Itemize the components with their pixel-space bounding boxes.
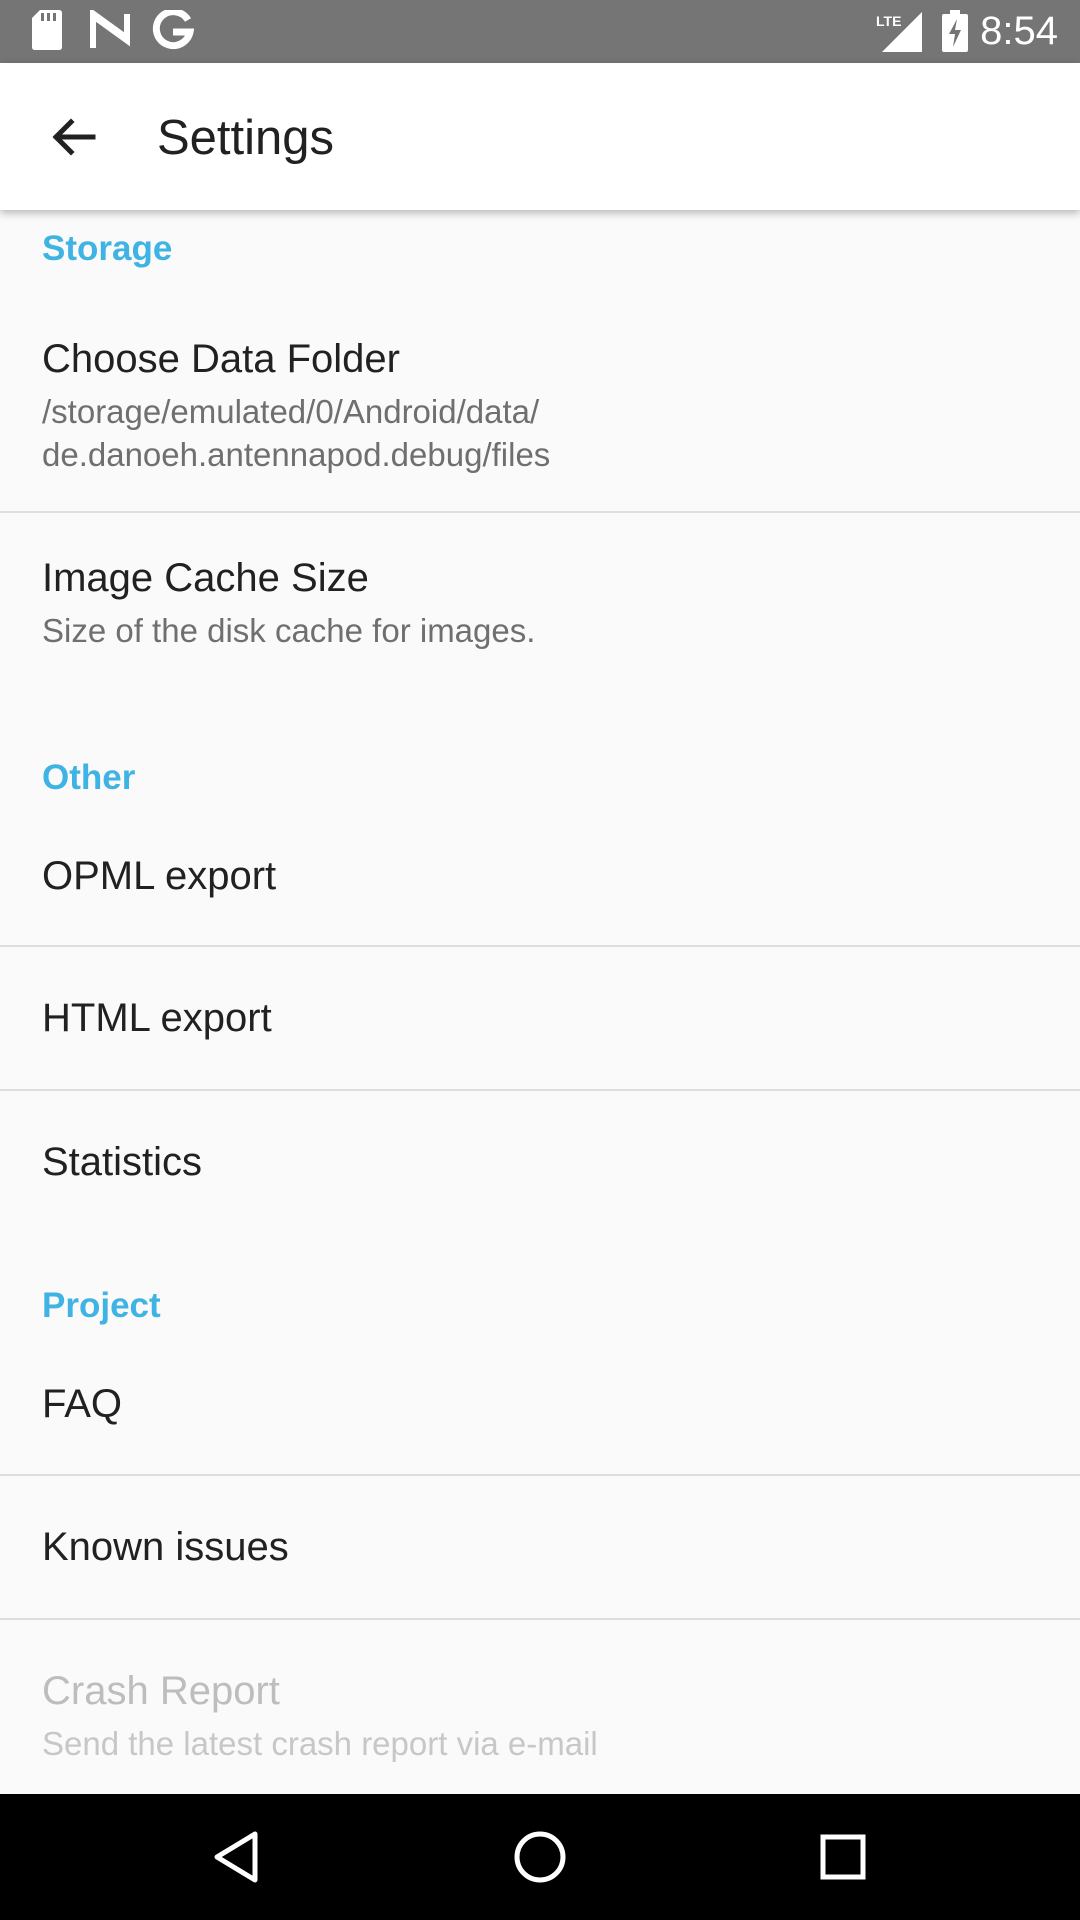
pref-title: OPML export — [42, 854, 277, 898]
n-logo-icon — [88, 6, 132, 55]
pref-summary: Send the latest crash report via e-mail — [42, 1725, 598, 1762]
pref-title: Crash Report — [42, 1669, 280, 1713]
pref-title: Known issues — [42, 1525, 289, 1569]
nav-recents-button[interactable] — [803, 1817, 883, 1897]
nav-back-button[interactable] — [196, 1817, 276, 1897]
pref-title: Image Cache Size — [42, 556, 369, 600]
pref-statistics[interactable]: Statistics — [0, 1091, 1080, 1231]
page-title: Settings — [157, 111, 335, 165]
pref-opml-export[interactable]: OPML export — [0, 805, 1080, 945]
pref-html-export[interactable]: HTML export — [0, 947, 1080, 1087]
back-button[interactable] — [30, 103, 116, 171]
status-time: 8:54 — [980, 9, 1058, 53]
pref-faq[interactable]: FAQ — [0, 1333, 1080, 1473]
pref-summary: Size of the disk cache for images. — [42, 612, 536, 649]
google-icon — [152, 8, 195, 57]
status-bar: LTE 8:54 — [0, 0, 1080, 63]
network-label: LTE — [876, 13, 901, 29]
nav-home-icon — [514, 1831, 566, 1883]
app-toolbar: Settings — [0, 63, 1080, 210]
pref-title: FAQ — [42, 1382, 123, 1426]
pref-title: Choose Data Folder — [42, 337, 400, 381]
system-nav-bar — [0, 1794, 1080, 1920]
nav-home-button[interactable] — [500, 1817, 580, 1897]
category-storage: Storage — [42, 229, 173, 268]
category-project: Project — [42, 1286, 161, 1325]
sd-card-icon — [32, 10, 62, 55]
settings-list[interactable]: Storage Choose Data Folder /storage/emul… — [0, 210, 1080, 1794]
pref-title: Statistics — [42, 1140, 203, 1184]
nav-back-icon — [214, 1831, 258, 1883]
battery-charging-icon — [942, 10, 968, 57]
signal-icon: LTE — [876, 12, 922, 57]
nav-recents-icon — [820, 1834, 866, 1880]
category-other: Other — [42, 758, 136, 797]
pref-summary: /storage/emulated/0/Android/data/ de.dan… — [42, 393, 551, 473]
pref-image-cache-size[interactable]: Image Cache Size Size of the disk cache … — [0, 513, 1080, 733]
pref-known-issues[interactable]: Known issues — [0, 1476, 1080, 1616]
arrow-back-icon — [52, 118, 96, 156]
pref-crash-report: Crash Report Send the latest crash repor… — [0, 1620, 1080, 1794]
pref-title: HTML export — [42, 996, 272, 1040]
